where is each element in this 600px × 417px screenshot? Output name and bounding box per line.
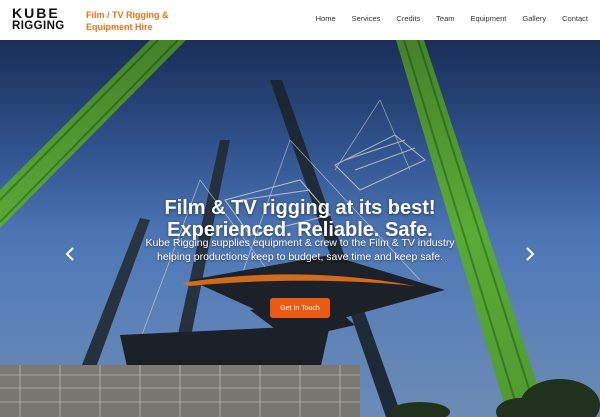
hero-subtitle-line-1: Kube Rigging supplies equipment & crew t… — [145, 237, 455, 249]
nav-gallery[interactable]: Gallery — [522, 14, 546, 23]
hero-subtitle: Kube Rigging supplies equipment & crew t… — [0, 236, 600, 264]
nav-contact[interactable]: Contact — [562, 14, 588, 23]
site-header: KUBE RIGGING Film / TV Rigging & Equipme… — [0, 0, 600, 40]
kube-rigging-logo[interactable]: KUBE RIGGING — [12, 5, 74, 33]
get-in-touch-button[interactable]: Get In Touch — [270, 298, 330, 318]
tagline-line-1: Film / TV Rigging & — [86, 10, 169, 20]
main-nav: Home Services Credits Team Equipment Gal… — [300, 14, 588, 23]
hero-slider: Film & TV rigging at its best! Experienc… — [0, 40, 600, 417]
hero-title: Film & TV rigging at its best! Experienc… — [0, 197, 600, 241]
nav-team[interactable]: Team — [436, 14, 454, 23]
nav-credits[interactable]: Credits — [396, 14, 420, 23]
logo-line-1: KUBE — [12, 5, 60, 21]
chevron-right-icon — [526, 247, 535, 261]
logo-line-2: RIGGING — [12, 20, 65, 32]
chevron-left-icon — [65, 247, 74, 261]
slider-prev-button[interactable] — [61, 245, 79, 263]
hero-subtitle-line-2: helping productions keep to budget, save… — [156, 251, 444, 263]
slider-next-button[interactable] — [521, 245, 539, 263]
hero-title-line-1: Film & TV rigging at its best! — [164, 197, 436, 220]
tagline-line-2: Equipment Hire — [86, 22, 153, 32]
nav-equipment[interactable]: Equipment — [471, 14, 507, 23]
site-tagline: Film / TV Rigging & Equipment Hire — [86, 9, 196, 33]
nav-home[interactable]: Home — [316, 14, 336, 23]
nav-services[interactable]: Services — [352, 14, 381, 23]
